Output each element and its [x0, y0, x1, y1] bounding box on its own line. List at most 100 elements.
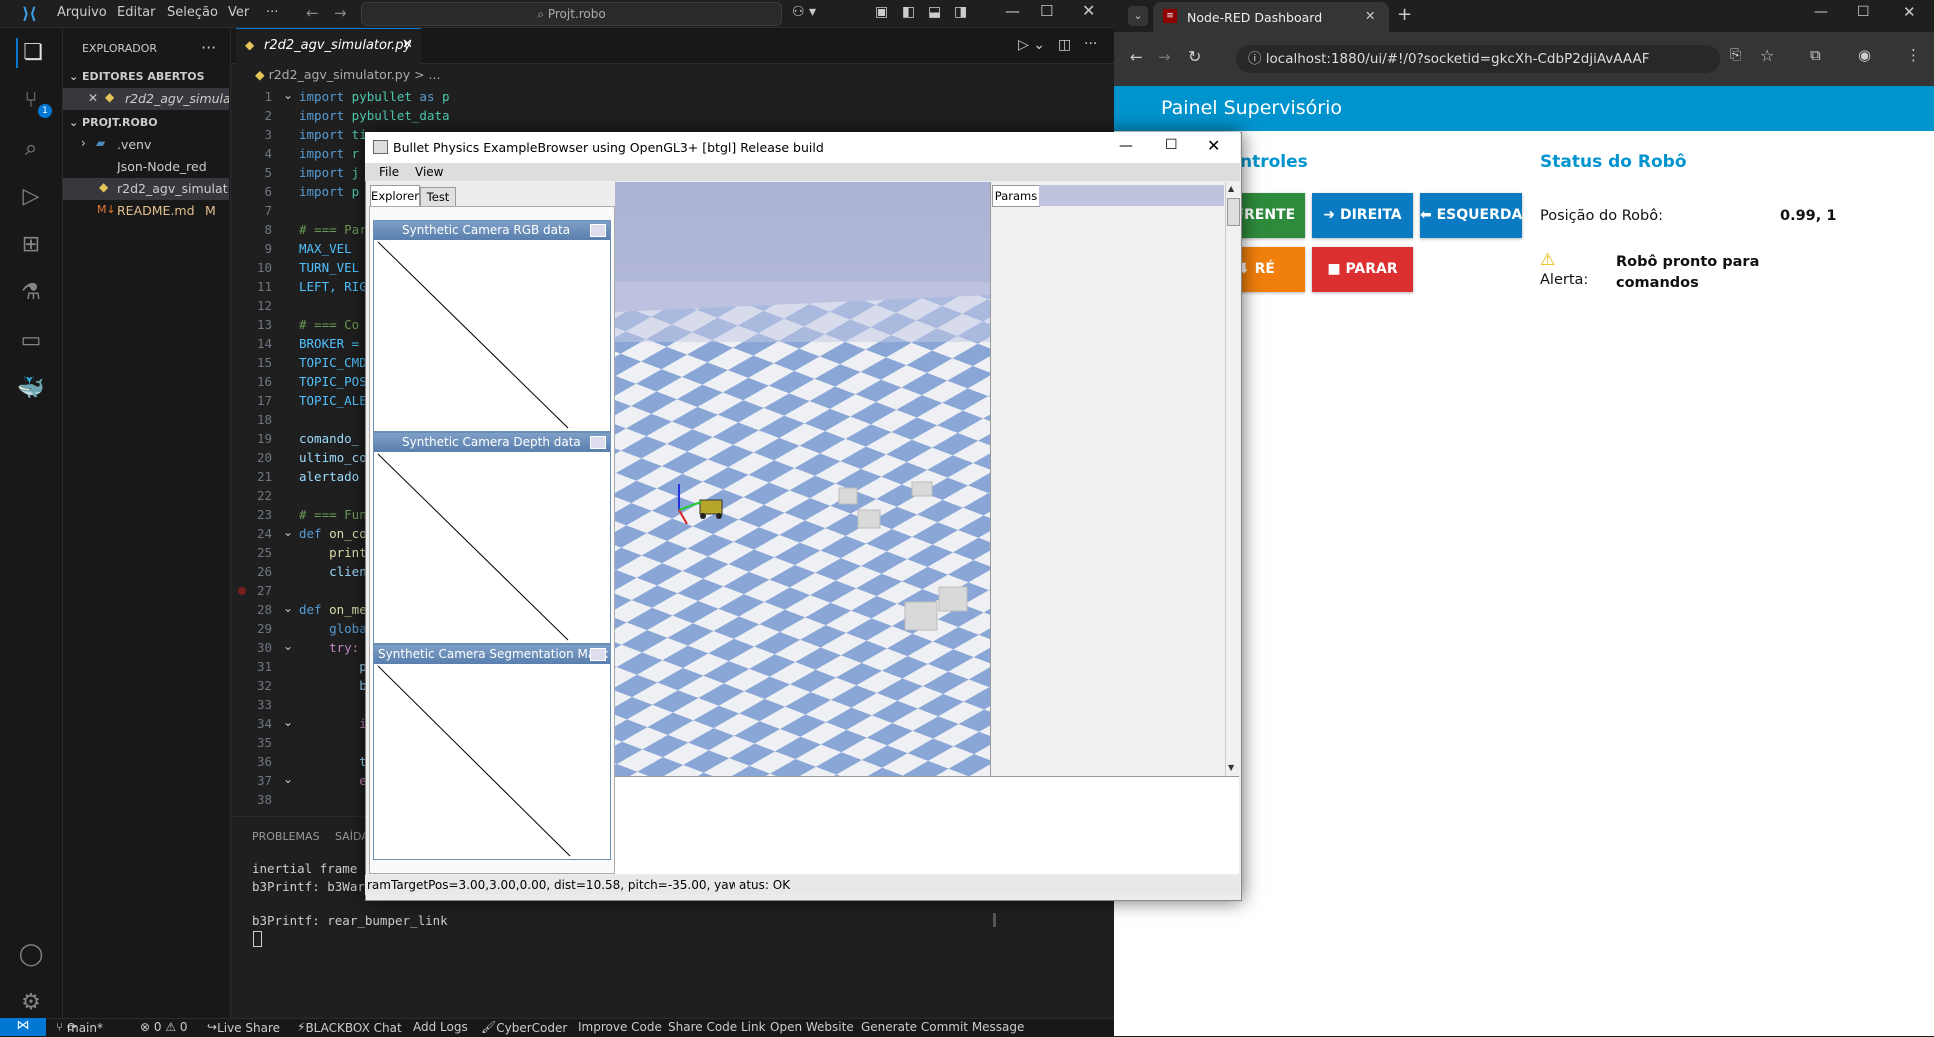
tab-params[interactable]: Params — [992, 185, 1040, 207]
menu-selecao[interactable]: Seleção — [167, 5, 218, 20]
esquerda-button[interactable]: ⬅ ESQUERDA — [1420, 193, 1522, 238]
layout-customize-icon[interactable]: ▣ — [875, 4, 888, 20]
back-arrow-icon[interactable]: ← — [1130, 48, 1143, 66]
minimize-icon[interactable]: — — [1814, 4, 1828, 20]
minimize-icon[interactable]: — — [1119, 138, 1133, 154]
explorer-files-icon[interactable]: ❏ — [16, 38, 48, 68]
camera-rgb-window[interactable]: Synthetic Camera RGB data — [373, 220, 611, 432]
parar-button[interactable]: ■ PARAR — [1312, 247, 1413, 292]
maximize-icon[interactable]: ☐ — [1857, 4, 1870, 20]
minimize-icon[interactable] — [590, 436, 606, 449]
minimize-icon[interactable] — [590, 224, 606, 237]
testing-flask-icon[interactable]: ⚗ — [16, 278, 46, 308]
breakpoint-icon[interactable] — [238, 587, 246, 595]
copilot-icon[interactable]: ⚇ ▾ — [792, 4, 816, 20]
branch-item[interactable]: ⑂ main* ⟳ — [56, 1020, 103, 1035]
account-icon[interactable]: ◯ — [16, 940, 46, 970]
tab-explorer[interactable]: Explorer — [370, 185, 420, 207]
maximize-icon[interactable]: ☐ — [1165, 137, 1178, 153]
close-tab-icon[interactable]: ✕ — [402, 37, 413, 52]
tab-test[interactable]: Test — [420, 187, 456, 207]
bookmark-star-icon[interactable]: ☆ — [1760, 46, 1774, 65]
scroll-down-icon[interactable]: ▼ — [1228, 763, 1234, 772]
menu-ver[interactable]: Ver — [228, 5, 249, 20]
remote-explorer-icon[interactable]: ▭ — [16, 326, 46, 356]
menu-view[interactable]: View — [415, 165, 443, 179]
extensions-puzzle-icon[interactable]: ⧉ — [1810, 46, 1821, 64]
site-info-icon[interactable]: ⓘ — [1248, 51, 1266, 67]
forward-arrow-icon[interactable]: → — [1158, 48, 1171, 66]
toggle-sidebar-icon[interactable]: ◧ — [902, 4, 915, 20]
minimize-icon[interactable] — [590, 648, 606, 661]
fold-chevron-icon[interactable]: ⌄ — [283, 525, 293, 539]
problems-item[interactable]: ⊗ 0 ⚠ 0 — [140, 1020, 188, 1034]
status-blackbox[interactable]: ⚡ BLACKBOX Chat — [297, 1020, 402, 1035]
command-center[interactable]: ⌕ Projt.robo — [361, 2, 782, 26]
close-tab-icon[interactable]: ✕ — [1365, 8, 1375, 23]
toggle-secondary-sidebar-icon[interactable]: ◨ — [954, 4, 967, 20]
tree-item-json-node-red[interactable]: Json-Node_red — [63, 156, 229, 178]
fold-chevron-icon[interactable]: ⌄ — [283, 639, 293, 653]
simulation-3d-view[interactable] — [615, 182, 990, 776]
extensions-icon[interactable]: ⊞ — [16, 230, 46, 260]
split-editor-icon[interactable]: ◫ — [1058, 37, 1071, 53]
status-cybercoder[interactable]: 🖌 CyberCoder — [481, 1020, 567, 1035]
search-icon[interactable]: ⌕ — [16, 134, 46, 164]
status-improve-code[interactable]: Improve Code — [578, 1020, 662, 1034]
docker-icon[interactable]: 🐳 — [16, 374, 46, 404]
tab-search-icon[interactable]: ⌄ — [1128, 6, 1148, 26]
tab-r2d2-agv-simulator[interactable]: ◆ r2d2_agv_simulator.py ✕ — [236, 28, 421, 64]
install-app-icon[interactable]: ⎘ — [1730, 47, 1741, 63]
menu-arquivo[interactable]: Arquivo — [57, 5, 107, 20]
toggle-panel-icon[interactable]: ⬓ — [928, 4, 941, 20]
editor-more-icon[interactable]: ··· — [1084, 36, 1097, 52]
camera-segmentation-window[interactable]: Synthetic Camera Segmentation Mask — [373, 644, 611, 860]
scroll-thumb[interactable] — [1227, 198, 1240, 226]
camera-depth-window[interactable]: Synthetic Camera Depth data — [373, 432, 611, 644]
minimize-icon[interactable]: — — [1005, 2, 1020, 20]
close-editor-icon[interactable]: ✕ — [88, 91, 98, 105]
browser-tab[interactable]: ≡ Node-RED Dashboard ✕ — [1153, 2, 1389, 32]
new-tab-icon[interactable]: + — [1397, 4, 1412, 25]
project-header[interactable]: ⌄ PROJT.ROBO — [69, 116, 158, 129]
fold-chevron-icon[interactable]: ⌄ — [283, 772, 293, 786]
tree-item-r2d2[interactable]: ◆ r2d2_agv_simulat... — [63, 178, 229, 200]
breadcrumb[interactable]: ◆ r2d2_agv_simulator.py > ... — [255, 67, 440, 82]
open-editors-header[interactable]: ⌄ EDITORES ABERTOS — [69, 70, 205, 83]
remote-indicator-icon[interactable]: ⋈ — [0, 1018, 46, 1036]
back-arrow-icon[interactable]: ← — [306, 4, 319, 22]
close-icon[interactable]: ✕ — [1082, 1, 1095, 20]
gear-icon[interactable]: ⚙ — [16, 988, 46, 1018]
fold-chevron-icon[interactable]: ⌄ — [283, 88, 293, 102]
run-python-icon[interactable]: ▷ ⌄ — [1018, 37, 1045, 53]
fold-chevron-icon[interactable]: ⌄ — [283, 601, 293, 615]
menu-editar[interactable]: Editar — [117, 5, 156, 20]
panel-scrollbar[interactable] — [993, 913, 996, 927]
bullet-scrollbar[interactable]: ▲ ▼ — [1225, 182, 1240, 776]
menu-more[interactable]: ··· — [266, 5, 278, 20]
status-add-logs[interactable]: Add Logs — [413, 1020, 468, 1034]
status-open-website[interactable]: Open Website — [770, 1020, 854, 1034]
reload-icon[interactable]: ↻ — [1188, 47, 1201, 66]
tab-saida[interactable]: SAÍDA — [335, 830, 369, 843]
menu-file[interactable]: File — [379, 165, 399, 179]
close-icon[interactable]: ✕ — [1903, 3, 1916, 21]
maximize-icon[interactable]: ☐ — [1040, 2, 1053, 20]
browser-menu-icon[interactable]: ⋮ — [1906, 46, 1921, 64]
tree-item-venv[interactable]: › ▰ .venv — [63, 134, 229, 156]
fold-chevron-icon[interactable]: ⌄ — [283, 715, 293, 729]
open-editor-item[interactable]: ✕ ◆ r2d2_agv_simula... — [63, 88, 229, 110]
direita-button[interactable]: ➜ DIREITA — [1312, 193, 1413, 238]
scroll-up-icon[interactable]: ▲ — [1228, 184, 1234, 193]
more-actions-icon[interactable]: ··· — [201, 38, 216, 57]
run-debug-icon[interactable]: ▷ — [16, 182, 46, 212]
forward-arrow-icon[interactable]: → — [334, 4, 347, 22]
tab-problemas[interactable]: PROBLEMAS — [252, 830, 320, 843]
profile-icon[interactable]: ◉ — [1858, 46, 1871, 64]
tree-item-readme[interactable]: M↓ README.md M — [63, 200, 229, 222]
status-generate-commit[interactable]: Generate Commit Message — [861, 1020, 1024, 1034]
status-live-share[interactable]: ↪ Live Share — [207, 1020, 280, 1035]
close-icon[interactable]: ✕ — [1207, 136, 1220, 155]
status-share-code-link[interactable]: Share Code Link — [668, 1020, 766, 1034]
address-bar[interactable]: ⓘ localhost:1880/ui/#!/0?socketid=gkcXh-… — [1236, 45, 1720, 73]
